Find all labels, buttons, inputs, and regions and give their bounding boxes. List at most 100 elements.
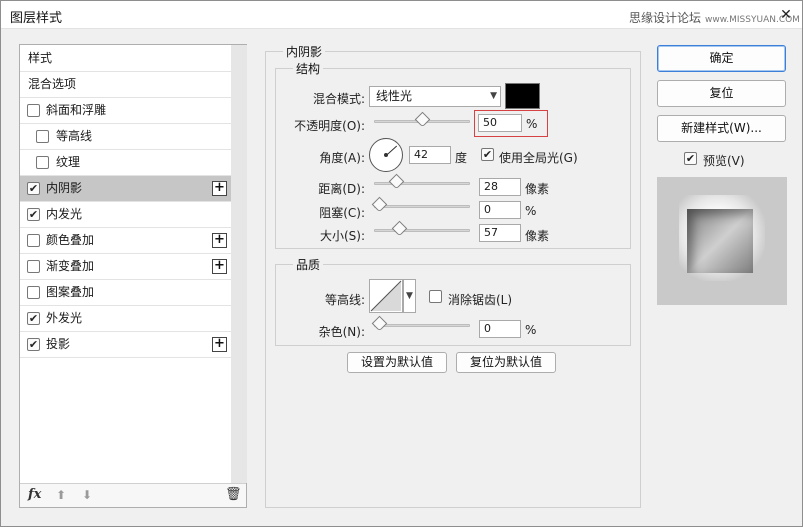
plus-icon: + xyxy=(214,232,225,247)
add-effect-button[interactable]: + xyxy=(212,233,227,248)
style-list: 样式混合选项斜面和浮雕等高线纹理 ✔ 内阴影 + ✔ 内发光颜色叠加 + 渐变叠加 + 图案叠加 ✔… xyxy=(19,44,247,508)
style-item[interactable]: 斜面和浮雕 xyxy=(20,98,231,124)
noise-input[interactable]: 0 xyxy=(479,320,521,338)
angle-unit: 度 xyxy=(455,151,468,165)
style-item[interactable]: 混合选项 xyxy=(20,72,231,98)
style-item[interactable]: ✔ 内阴影 + xyxy=(20,176,231,202)
close-icon: ✕ xyxy=(780,7,792,23)
set-default-button[interactable]: 设置为默认值 xyxy=(347,352,447,373)
anti-alias-label: 消除锯齿(L) xyxy=(448,293,513,307)
anti-alias-checkbox[interactable] xyxy=(429,290,442,303)
preview-swatch xyxy=(687,209,753,273)
size-label: 大小(S): xyxy=(319,229,365,243)
style-item-checkbox[interactable] xyxy=(27,234,40,247)
style-item-label: 渐变叠加 xyxy=(46,259,95,273)
style-item-label: 颜色叠加 xyxy=(46,233,95,247)
angle-input[interactable]: 42 xyxy=(409,146,451,164)
global-light-label: 使用全局光(G) xyxy=(499,151,578,165)
add-effect-button[interactable]: + xyxy=(212,337,227,352)
distance-unit: 像素 xyxy=(525,182,550,196)
choke-input[interactable]: 0 xyxy=(479,201,521,219)
watermark-text: 思缘设计论坛 xyxy=(629,11,702,25)
style-item[interactable]: 渐变叠加 + xyxy=(20,254,231,280)
opacity-input[interactable]: 50 xyxy=(478,114,522,132)
opacity-slider[interactable] xyxy=(374,111,470,128)
noise-label: 杂色(N): xyxy=(318,325,365,339)
style-item-label: 投影 xyxy=(46,337,71,351)
close-button[interactable]: ✕ xyxy=(775,4,797,26)
contour-picker[interactable] xyxy=(369,279,403,313)
blend-mode-select[interactable]: 线性光 ▼ xyxy=(369,86,501,107)
blend-mode-value: 线性光 xyxy=(376,89,413,103)
plus-icon: + xyxy=(214,180,225,195)
noise-slider[interactable] xyxy=(371,315,470,332)
ok-button[interactable]: 确定 xyxy=(657,45,786,72)
style-item-label: 内发光 xyxy=(46,207,83,221)
distance-label: 距离(D): xyxy=(318,182,365,196)
check-icon: ✔ xyxy=(28,208,39,221)
style-item[interactable]: ✔ 外发光 xyxy=(20,306,231,332)
check-icon: ✔ xyxy=(28,338,39,351)
angle-dial-center xyxy=(384,153,388,157)
opacity-label: 不透明度(O): xyxy=(294,119,365,133)
check-icon: ✔ xyxy=(685,152,696,165)
new-style-button[interactable]: 新建样式(W)... xyxy=(657,115,786,142)
size-input[interactable]: 57 xyxy=(479,224,521,242)
move-up-icon[interactable]: ⬆ xyxy=(56,488,66,502)
chevron-down-icon: ▼ xyxy=(490,91,497,101)
contour-label: 等高线: xyxy=(324,293,365,307)
blend-mode-label: 混合模式: xyxy=(312,92,365,106)
list-scrollbar[interactable] xyxy=(231,45,247,483)
reset-default-button[interactable]: 复位为默认值 xyxy=(456,352,556,373)
global-light-checkbox[interactable]: ✔ xyxy=(481,148,494,161)
style-item-label: 纹理 xyxy=(56,155,81,169)
check-icon: ✔ xyxy=(28,182,39,195)
style-item-checkbox[interactable] xyxy=(27,286,40,299)
style-item[interactable]: 图案叠加 xyxy=(20,280,231,306)
style-item-label: 斜面和浮雕 xyxy=(46,103,107,117)
style-item[interactable]: 样式 xyxy=(20,46,231,72)
style-item-label: 外发光 xyxy=(46,311,83,325)
fx-icon[interactable]: fx xyxy=(28,487,41,502)
style-item-label: 样式 xyxy=(28,51,53,65)
move-down-icon[interactable]: ⬇ xyxy=(82,488,92,502)
style-item-checkbox[interactable]: ✔ xyxy=(27,312,40,325)
size-unit: 像素 xyxy=(525,229,550,243)
style-item-label: 等高线 xyxy=(56,129,93,143)
title-bar: 图层样式 思缘设计论坛 www.MISSYUAN.COM ✕ xyxy=(1,1,802,29)
style-item-label: 混合选项 xyxy=(28,77,77,91)
add-effect-button[interactable]: + xyxy=(212,181,227,196)
style-item[interactable]: 纹理 xyxy=(20,150,231,176)
shadow-color-swatch[interactable] xyxy=(505,83,540,109)
list-footer: fx ⬆ ⬇ 🗑 xyxy=(20,483,246,507)
trash-icon[interactable]: 🗑 xyxy=(225,487,242,502)
distance-slider[interactable] xyxy=(374,173,470,190)
style-item-checkbox[interactable] xyxy=(36,156,49,169)
style-item-label: 内阴影 xyxy=(46,181,83,195)
contour-dropdown[interactable]: ▼ xyxy=(403,279,416,313)
angle-dial[interactable] xyxy=(369,138,403,172)
size-slider[interactable] xyxy=(374,220,470,237)
angle-label: 角度(A): xyxy=(319,151,365,165)
style-item[interactable]: 颜色叠加 + xyxy=(20,228,231,254)
style-item-checkbox[interactable] xyxy=(27,104,40,117)
style-item[interactable]: 等高线 xyxy=(20,124,231,150)
preview-checkbox[interactable]: ✔ xyxy=(684,152,697,165)
choke-label: 阻塞(C): xyxy=(319,206,365,220)
reset-button[interactable]: 复位 xyxy=(657,80,786,107)
style-item[interactable]: ✔ 投影 + xyxy=(20,332,231,358)
style-item-checkbox[interactable] xyxy=(27,260,40,273)
panel-title: 内阴影 xyxy=(283,43,326,60)
style-preview xyxy=(657,177,787,305)
plus-icon: + xyxy=(214,336,225,351)
add-effect-button[interactable]: + xyxy=(212,259,227,274)
style-item-checkbox[interactable]: ✔ xyxy=(27,182,40,195)
style-item-checkbox[interactable]: ✔ xyxy=(27,208,40,221)
style-item-label: 图案叠加 xyxy=(46,285,95,299)
choke-slider[interactable] xyxy=(371,196,470,213)
style-item[interactable]: ✔ 内发光 xyxy=(20,202,231,228)
style-item-checkbox[interactable]: ✔ xyxy=(27,338,40,351)
distance-input[interactable]: 28 xyxy=(479,178,521,196)
style-item-checkbox[interactable] xyxy=(36,130,49,143)
plus-icon: + xyxy=(214,258,225,273)
